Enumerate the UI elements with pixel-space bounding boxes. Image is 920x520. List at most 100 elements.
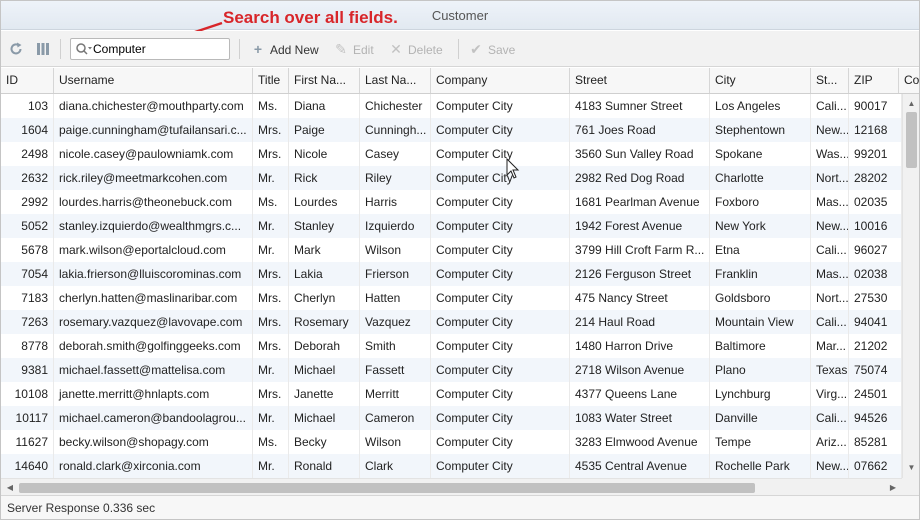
cell-city[interactable]: Rochelle Park (710, 454, 811, 478)
cell-username[interactable]: stanley.izquierdo@wealthmgrs.c... (54, 214, 253, 238)
cell-first-name[interactable]: Rosemary (289, 310, 360, 334)
cell-id[interactable]: 9381 (1, 358, 54, 382)
cell-company[interactable]: Computer City (431, 310, 570, 334)
cell-city[interactable]: Franklin (710, 262, 811, 286)
cell-zip[interactable]: 99201 (849, 142, 902, 166)
table-row[interactable]: 2992 lourdes.harris@theonebuck.com Ms. Lour… (1, 190, 902, 214)
cell-id[interactable]: 5052 (1, 214, 54, 238)
vertical-scroll-thumb[interactable] (906, 112, 917, 168)
cell-company[interactable]: Computer City (431, 382, 570, 406)
cell-company[interactable]: Computer City (431, 94, 570, 118)
cell-id[interactable]: 2992 (1, 190, 54, 214)
column-header-country[interactable]: Co (899, 68, 919, 93)
cell-street[interactable]: 2126 Ferguson Street (570, 262, 710, 286)
cell-id[interactable]: 10108 (1, 382, 54, 406)
scroll-up-icon[interactable]: ▲ (903, 97, 920, 111)
cell-title[interactable]: Mrs. (253, 286, 289, 310)
column-header-last-name[interactable]: Last Na... (360, 68, 431, 93)
cell-username[interactable]: ronald.clark@xirconia.com (54, 454, 253, 478)
cell-title[interactable]: Mrs. (253, 142, 289, 166)
cell-company[interactable]: Computer City (431, 166, 570, 190)
cell-street[interactable]: 4377 Queens Lane (570, 382, 710, 406)
cell-company[interactable]: Computer City (431, 430, 570, 454)
cell-first-name[interactable]: Cherlyn (289, 286, 360, 310)
cell-city[interactable]: New York (710, 214, 811, 238)
table-row[interactable]: 1604 paige.cunningham@tufailansari.c... Mr… (1, 118, 902, 142)
cell-id[interactable]: 2498 (1, 142, 54, 166)
cell-state[interactable]: Texas (811, 358, 849, 382)
cell-street[interactable]: 1681 Pearlman Avenue (570, 190, 710, 214)
column-header-company[interactable]: Company (431, 68, 570, 93)
cell-city[interactable]: Los Angeles (710, 94, 811, 118)
cell-username[interactable]: cherlyn.hatten@maslinaribar.com (54, 286, 253, 310)
cell-username[interactable]: diana.chichester@mouthparty.com (54, 94, 253, 118)
cell-city[interactable]: Plano (710, 358, 811, 382)
cell-first-name[interactable]: Nicole (289, 142, 360, 166)
cell-state[interactable]: Mas... (811, 262, 849, 286)
cell-username[interactable]: rosemary.vazquez@lavovape.com (54, 310, 253, 334)
cell-city[interactable]: Lynchburg (710, 382, 811, 406)
cell-title[interactable]: Mrs. (253, 118, 289, 142)
cell-title[interactable]: Mrs. (253, 262, 289, 286)
cell-username[interactable]: nicole.casey@paulowniamk.com (54, 142, 253, 166)
cell-street[interactable]: 3560 Sun Valley Road (570, 142, 710, 166)
cell-last-name[interactable]: Merritt (360, 382, 431, 406)
cell-username[interactable]: rick.riley@meetmarkcohen.com (54, 166, 253, 190)
cell-state[interactable]: Cali... (811, 310, 849, 334)
cell-street[interactable]: 761 Joes Road (570, 118, 710, 142)
cell-zip[interactable]: 94041 (849, 310, 902, 334)
cell-last-name[interactable]: Cunningh... (360, 118, 431, 142)
cell-city[interactable]: Charlotte (710, 166, 811, 190)
table-row[interactable]: 10108 janette.merritt@hnlapts.com Mrs. Jane… (1, 382, 902, 406)
cell-username[interactable]: mark.wilson@eportalcloud.com (54, 238, 253, 262)
cell-first-name[interactable]: Diana (289, 94, 360, 118)
cell-state[interactable]: Was... (811, 142, 849, 166)
column-header-zip[interactable]: ZIP (849, 68, 899, 93)
cell-first-name[interactable]: Rick (289, 166, 360, 190)
column-header-id[interactable]: ID (1, 68, 54, 93)
cell-company[interactable]: Computer City (431, 406, 570, 430)
cell-company[interactable]: Computer City (431, 142, 570, 166)
cell-city[interactable]: Danville (710, 406, 811, 430)
cell-state[interactable]: New... (811, 214, 849, 238)
table-row[interactable]: 14640 ronald.clark@xirconia.com Mr. Ronald C… (1, 454, 902, 478)
add-new-button[interactable]: + Add New (251, 40, 319, 58)
search-box[interactable] (70, 38, 230, 60)
cell-first-name[interactable]: Lakia (289, 262, 360, 286)
cell-last-name[interactable]: Riley (360, 166, 431, 190)
cell-last-name[interactable]: Smith (360, 334, 431, 358)
cell-company[interactable]: Computer City (431, 118, 570, 142)
cell-first-name[interactable]: Ronald (289, 454, 360, 478)
cell-last-name[interactable]: Clark (360, 454, 431, 478)
cell-id[interactable]: 8778 (1, 334, 54, 358)
cell-zip[interactable]: 02035 (849, 190, 902, 214)
cell-state[interactable]: Ariz... (811, 430, 849, 454)
cell-id[interactable]: 2632 (1, 166, 54, 190)
column-header-title[interactable]: Title (253, 68, 289, 93)
cell-last-name[interactable]: Frierson (360, 262, 431, 286)
save-button[interactable]: ✔ Save (469, 40, 515, 58)
cell-last-name[interactable]: Harris (360, 190, 431, 214)
cell-id[interactable]: 11627 (1, 430, 54, 454)
cell-street[interactable]: 1942 Forest Avenue (570, 214, 710, 238)
column-header-city[interactable]: City (710, 68, 811, 93)
cell-state[interactable]: Nort... (811, 286, 849, 310)
horizontal-scroll-thumb[interactable] (19, 483, 755, 493)
cell-company[interactable]: Computer City (431, 190, 570, 214)
cell-city[interactable]: Foxboro (710, 190, 811, 214)
cell-street[interactable]: 2718 Wilson Avenue (570, 358, 710, 382)
cell-last-name[interactable]: Chichester (360, 94, 431, 118)
cell-id[interactable]: 1604 (1, 118, 54, 142)
cell-city[interactable]: Baltimore (710, 334, 811, 358)
cell-id[interactable]: 7183 (1, 286, 54, 310)
cell-state[interactable]: Cali... (811, 238, 849, 262)
table-row[interactable]: 5678 mark.wilson@eportalcloud.com Mr. Mark W… (1, 238, 902, 262)
cell-company[interactable]: Computer City (431, 358, 570, 382)
cell-username[interactable]: becky.wilson@shopagy.com (54, 430, 253, 454)
cell-first-name[interactable]: Michael (289, 358, 360, 382)
column-header-first-name[interactable]: First Na... (289, 68, 360, 93)
cell-state[interactable]: Cali... (811, 94, 849, 118)
cell-title[interactable]: Mr. (253, 214, 289, 238)
refresh-icon[interactable] (7, 40, 25, 58)
column-header-state[interactable]: St... (811, 68, 849, 93)
